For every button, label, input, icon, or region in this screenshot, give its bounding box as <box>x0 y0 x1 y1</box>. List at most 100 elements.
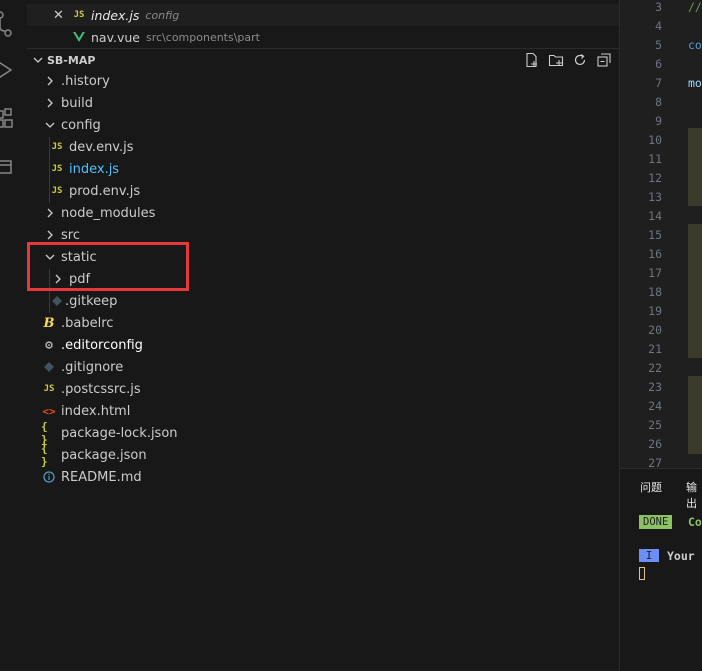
tree-file-prod-env-js[interactable]: JS prod.env.js <box>27 180 619 202</box>
gear-icon: ⚙ <box>45 337 53 353</box>
info-badge: I <box>639 549 659 562</box>
tree-folder-config[interactable]: config <box>27 114 619 136</box>
tree-item-label: package-lock.json <box>61 425 178 441</box>
tree-item-label: .postcssrc.js <box>61 381 141 397</box>
open-editor-item-nav-vue[interactable]: nav.vue src\components\part <box>27 26 619 48</box>
tree-file-package-json[interactable]: { } package.json <box>27 442 619 468</box>
terminal-cursor[interactable] <box>639 567 645 580</box>
tree-file-gitignore[interactable]: .gitignore <box>27 356 619 378</box>
new-file-icon[interactable] <box>523 51 541 69</box>
tree-item-label: .babelrc <box>61 315 114 331</box>
line-number: 25 <box>648 418 662 432</box>
extensions-icon[interactable] <box>0 98 27 138</box>
line-number: 5 <box>655 38 662 52</box>
line-number: 11 <box>648 152 662 166</box>
line-number: 3 <box>655 0 662 14</box>
activity-bar <box>0 0 28 670</box>
tree-file-index-js[interactable]: JS index.js <box>27 158 619 180</box>
tree-item-label: .editorconfig <box>61 337 143 353</box>
highlighted-code-block <box>688 128 702 206</box>
tree-file-editorconfig[interactable]: ⚙ .editorconfig <box>27 334 619 356</box>
tree-item-label: src <box>61 227 80 243</box>
line-number: 6 <box>655 57 662 71</box>
line-number: 10 <box>648 133 662 147</box>
line-number: 18 <box>648 285 662 299</box>
bottom-panel: 问题 输出 DONE Co I Your <box>619 468 702 671</box>
line-number: 16 <box>648 247 662 261</box>
line-number: 15 <box>648 228 662 242</box>
js-icon: JS <box>51 142 63 152</box>
line-number: 26 <box>648 437 662 451</box>
tree-file-readme-md[interactable]: README.md <box>27 466 619 488</box>
js-icon: JS <box>43 384 55 394</box>
code-keyword: co <box>688 38 702 52</box>
open-editor-name: nav.vue <box>91 29 140 45</box>
tree-item-label: node_modules <box>61 205 156 221</box>
explorer-section-header[interactable]: SB-MAP <box>27 49 619 71</box>
explorer-sidebar: ✕ JS index.js config nav.vue src\compone… <box>27 0 619 670</box>
explorer-actions <box>523 49 613 71</box>
code-identifier: mo <box>688 76 702 90</box>
js-icon: JS <box>73 10 85 20</box>
tree-item-label: config <box>61 117 101 133</box>
chevron-down-icon <box>42 120 58 130</box>
tree-file-index-html[interactable]: <> index.html <box>27 400 619 422</box>
source-control-icon[interactable] <box>0 4 27 44</box>
tree-item-label: index.html <box>61 403 131 419</box>
tree-file-babelrc[interactable]: B .babelrc <box>27 312 619 334</box>
terminal-done-text: Co <box>688 515 702 529</box>
tree-item-label: README.md <box>61 469 142 485</box>
line-number: 19 <box>648 304 662 318</box>
open-editor-item-index-js[interactable]: ✕ JS index.js config <box>27 4 619 26</box>
line-number: 21 <box>648 342 662 356</box>
refresh-icon[interactable] <box>571 51 589 69</box>
tree-file-gitkeep[interactable]: .gitkeep <box>27 290 619 312</box>
open-editor-folder: config <box>145 8 180 22</box>
tree-item-label: .gitignore <box>61 359 124 375</box>
line-number: 9 <box>655 114 662 128</box>
tree-file-package-lock-json[interactable]: { } package-lock.json <box>27 420 619 446</box>
vue-icon <box>71 32 87 42</box>
chevron-right-icon <box>42 230 58 240</box>
collapse-all-icon[interactable] <box>595 51 613 69</box>
line-number: 13 <box>648 190 662 204</box>
line-number: 14 <box>648 209 662 223</box>
highlighted-code-block <box>688 224 702 358</box>
git-icon <box>49 296 65 306</box>
line-number: 8 <box>655 95 662 109</box>
highlight-annotation-box <box>27 242 189 291</box>
json-icon: { } <box>41 442 48 468</box>
js-icon: JS <box>51 164 63 174</box>
remote-explorer-icon[interactable] <box>0 148 27 188</box>
line-number: 4 <box>655 19 662 33</box>
code-comment: // <box>688 0 702 14</box>
chevron-right-icon <box>42 98 58 108</box>
workspace-title: SB-MAP <box>47 53 96 67</box>
tab-output[interactable]: 输出 <box>686 479 702 511</box>
tree-file-dev-env-js[interactable]: JS dev.env.js <box>27 136 619 158</box>
git-icon <box>41 362 57 372</box>
line-number: 24 <box>648 399 662 413</box>
chevron-right-icon <box>42 208 58 218</box>
tree-item-label: index.js <box>69 161 120 177</box>
open-editors-list: ✕ JS index.js config nav.vue src\compone… <box>27 0 619 48</box>
line-number: 20 <box>648 323 662 337</box>
tree-file-postcssrc-js[interactable]: JS .postcssrc.js <box>27 378 619 400</box>
info-icon <box>41 471 57 483</box>
line-number: 12 <box>648 171 662 185</box>
terminal-info-text: Your <box>667 549 695 563</box>
tree-item-label: .gitkeep <box>65 293 118 309</box>
line-number: 23 <box>648 380 662 394</box>
tree-folder-node-modules[interactable]: node_modules <box>27 202 619 224</box>
html-icon: <> <box>42 404 56 418</box>
new-folder-icon[interactable] <box>547 51 565 69</box>
close-icon[interactable]: ✕ <box>53 8 67 23</box>
chevron-down-icon <box>31 55 45 65</box>
tree-folder-build[interactable]: build <box>27 92 619 114</box>
editor-area: 3 4 5 6 7 8 9 10 11 12 13 14 15 16 17 18… <box>619 0 702 470</box>
run-debug-icon[interactable] <box>0 50 27 90</box>
tree-item-label: build <box>61 95 93 111</box>
tab-problems[interactable]: 问题 <box>640 479 662 495</box>
tree-folder-history[interactable]: .history <box>27 70 619 92</box>
line-number: 17 <box>648 266 662 280</box>
